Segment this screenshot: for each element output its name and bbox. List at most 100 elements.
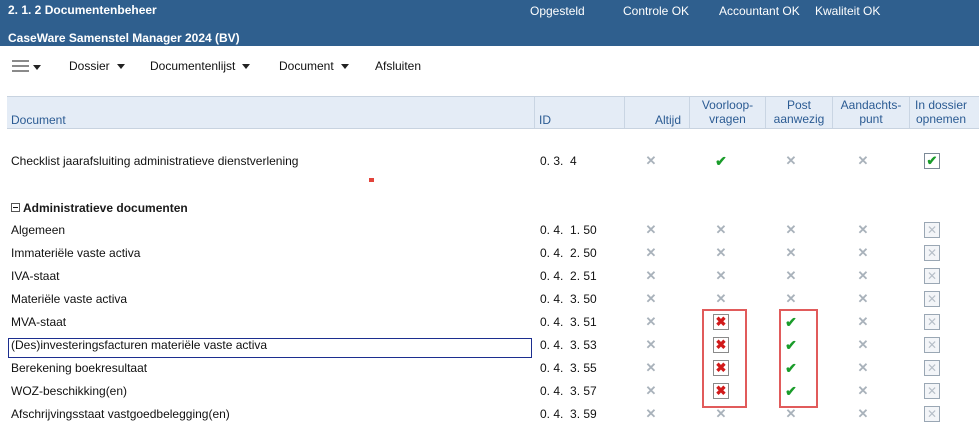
menu-dossier-label: Dossier — [69, 59, 110, 73]
dossier-checkbox-disabled-icon[interactable]: ✕ — [924, 360, 940, 376]
voorloop-x-icon[interactable]: ✕ — [713, 245, 729, 261]
document-id: 0. 4. 2. 50 — [540, 246, 597, 260]
document-id: 0. 4. 3. 53 — [540, 338, 597, 352]
table-row[interactable]: Immateriële vaste activa 0. 4. 2. 50 ✕ ✕ ✕ ✕ ✕ — [7, 242, 979, 265]
voorloop-x-icon[interactable]: ✕ — [713, 268, 729, 284]
altijd-x-icon[interactable]: ✕ — [643, 337, 659, 353]
document-name[interactable]: Berekening boekresultaat — [11, 361, 147, 375]
document-name[interactable]: Afschrijvingsstaat vastgoedbelegging(en) — [11, 407, 230, 421]
document-name[interactable]: WOZ-beschikking(en) — [11, 384, 127, 398]
document-id: 0. 4. 3. 51 — [540, 315, 597, 329]
table-row[interactable]: Berekening boekresultaat 0. 4. 3. 55 ✕ ✖ ✔ ✕ ✕ — [7, 357, 979, 380]
col-aandachtspunt[interactable]: Aandachts-punt — [832, 97, 909, 128]
status-accountant-ok[interactable]: Accountant OK — [719, 4, 800, 18]
col-aandacht-line1: Aandachts- — [840, 98, 902, 112]
altijd-x-icon[interactable]: ✕ — [643, 406, 659, 422]
menu-dossier[interactable]: Dossier — [69, 59, 125, 73]
aandacht-x-icon[interactable]: ✕ — [855, 383, 871, 399]
voorloop-check-icon[interactable]: ✔ — [713, 153, 729, 169]
post-x-icon[interactable]: ✕ — [783, 268, 799, 284]
aandacht-x-icon[interactable]: ✕ — [855, 337, 871, 353]
status-controle-ok[interactable]: Controle OK — [623, 4, 689, 18]
table-row[interactable]: IVA-staat 0. 4. 2. 51 ✕ ✕ ✕ ✕ ✕ — [7, 265, 979, 288]
post-x-icon[interactable]: ✕ — [783, 291, 799, 307]
document-name[interactable]: MVA-staat — [11, 315, 66, 329]
dossier-checkbox-checked-icon[interactable]: ✔ — [924, 153, 940, 169]
altijd-x-icon[interactable]: ✕ — [643, 153, 659, 169]
dossier-checkbox-disabled-icon[interactable]: ✕ — [924, 314, 940, 330]
document-name[interactable]: Materiële vaste activa — [11, 292, 127, 306]
dossier-checkbox-disabled-icon[interactable]: ✕ — [924, 406, 940, 422]
col-document[interactable]: Document — [7, 97, 534, 128]
document-id: 0. 4. 1. 50 — [540, 223, 597, 237]
aandacht-x-icon[interactable]: ✕ — [855, 360, 871, 376]
menu-document[interactable]: Document — [279, 59, 349, 73]
document-id: 0. 4. 2. 51 — [540, 269, 597, 283]
col-id[interactable]: ID — [534, 97, 624, 128]
altijd-x-icon[interactable]: ✕ — [643, 360, 659, 376]
col-voorloopvragen[interactable]: Voorloop-vragen — [689, 97, 765, 128]
document-name[interactable]: Checklist jaarafsluiting administratieve… — [11, 154, 298, 168]
col-in-dossier-opnemen[interactable]: In dossier opnemen — [909, 97, 972, 128]
post-x-icon[interactable]: ✕ — [783, 153, 799, 169]
table-header: Document ID Altijd Voorloop-vragen Post a… — [7, 96, 979, 129]
aandacht-x-icon[interactable]: ✕ — [855, 268, 871, 284]
document-name[interactable]: Immateriële vaste activa — [11, 246, 140, 260]
group-label: Administratieve documenten — [23, 201, 188, 215]
table-row[interactable]: MVA-staat 0. 4. 3. 51 ✕ ✖ ✔ ✕ ✕ — [7, 311, 979, 334]
document-id: 0. 4. 3. 55 — [540, 361, 597, 375]
chevron-down-icon — [116, 64, 125, 70]
altijd-x-icon[interactable]: ✕ — [643, 383, 659, 399]
post-x-icon[interactable]: ✕ — [783, 406, 799, 422]
col-post-line1: Post — [786, 98, 811, 112]
altijd-x-icon[interactable]: ✕ — [643, 314, 659, 330]
aandacht-x-icon[interactable]: ✕ — [855, 153, 871, 169]
altijd-x-icon[interactable]: ✕ — [643, 291, 659, 307]
aandacht-x-icon[interactable]: ✕ — [855, 314, 871, 330]
table-row[interactable]: Materiële vaste activa 0. 4. 3. 50 ✕ ✕ ✕ ✕ ✕ — [7, 288, 979, 311]
menu-afsluiten[interactable]: Afsluiten — [375, 59, 421, 73]
altijd-x-icon[interactable]: ✕ — [643, 245, 659, 261]
aandacht-x-icon[interactable]: ✕ — [855, 245, 871, 261]
post-x-icon[interactable]: ✕ — [783, 245, 799, 261]
col-post-aanwezig[interactable]: Post aanwezig — [765, 97, 832, 128]
menu-bar: Dossier Documentenlijst Document Afsluit… — [0, 46, 979, 86]
menu-documentenlijst[interactable]: Documentenlijst — [150, 59, 251, 73]
document-name[interactable]: IVA-staat — [11, 269, 59, 283]
dossier-checkbox-disabled-icon[interactable]: ✕ — [924, 337, 940, 353]
chevron-down-icon[interactable] — [33, 65, 41, 70]
altijd-x-icon[interactable]: ✕ — [643, 268, 659, 284]
table-row[interactable]: Afschrijvingsstaat vastgoedbelegging(en)… — [7, 403, 979, 426]
aandacht-x-icon[interactable]: ✕ — [855, 291, 871, 307]
chevron-down-icon — [242, 64, 251, 70]
dossier-checkbox-disabled-icon[interactable]: ✕ — [924, 291, 940, 307]
table-row[interactable]: Algemeen 0. 4. 1. 50 ✕ ✕ ✕ ✕ ✕ — [7, 219, 979, 242]
col-dossier-line1: In dossier — [914, 98, 968, 112]
status-kwaliteit-ok[interactable]: Kwaliteit OK — [815, 4, 880, 18]
col-altijd[interactable]: Altijd — [624, 97, 689, 128]
dossier-checkbox-disabled-icon[interactable]: ✕ — [924, 268, 940, 284]
menu-document-label: Document — [279, 59, 334, 73]
highlight-box-voorloopvragen — [702, 309, 747, 408]
col-voorloop-line1: Voorloop- — [701, 98, 754, 112]
aandacht-x-icon[interactable]: ✕ — [855, 406, 871, 422]
voorloop-x-icon[interactable]: ✕ — [713, 222, 729, 238]
post-x-icon[interactable]: ✕ — [783, 222, 799, 238]
dossier-checkbox-disabled-icon[interactable]: ✕ — [924, 222, 940, 238]
hamburger-menu-icon[interactable] — [12, 60, 29, 72]
engagement-title: CaseWare Samenstel Manager 2024 (BV) — [8, 31, 240, 45]
voorloop-x-icon[interactable]: ✕ — [713, 406, 729, 422]
col-dossier-line2: opnemen — [915, 112, 967, 126]
aandacht-x-icon[interactable]: ✕ — [855, 222, 871, 238]
document-id: 0. 3. 4 — [540, 154, 577, 168]
status-opgesteld[interactable]: Opgesteld — [530, 4, 585, 18]
dossier-checkbox-disabled-icon[interactable]: ✕ — [924, 383, 940, 399]
voorloop-x-icon[interactable]: ✕ — [713, 291, 729, 307]
table-row[interactable]: Checklist jaarafsluiting administratieve… — [7, 150, 979, 173]
altijd-x-icon[interactable]: ✕ — [643, 222, 659, 238]
collapse-toggle-icon[interactable] — [11, 203, 20, 212]
highlight-box-post-aanwezig — [779, 309, 818, 408]
dossier-checkbox-disabled-icon[interactable]: ✕ — [924, 245, 940, 261]
table-row[interactable]: WOZ-beschikking(en) 0. 4. 3. 57 ✕ ✖ ✔ ✕ ✕ — [7, 380, 979, 403]
document-name[interactable]: Algemeen — [11, 223, 65, 237]
